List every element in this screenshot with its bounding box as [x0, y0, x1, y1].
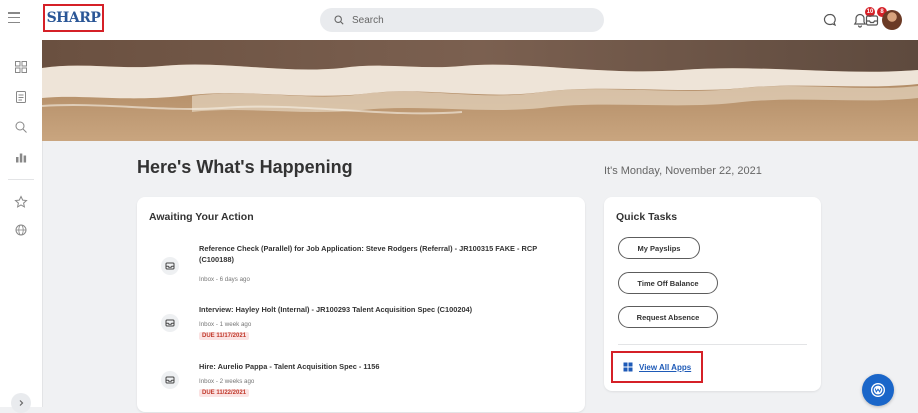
- task-title: Hire: Aurelio Pappa - Talent Acquisition…: [199, 362, 380, 371]
- star-icon[interactable]: [14, 195, 28, 209]
- analytics-icon[interactable]: [14, 150, 28, 164]
- company-logo[interactable]: SHARP: [43, 4, 104, 32]
- apps-grid-icon: [623, 362, 633, 372]
- task-item[interactable]: Reference Check (Parallel) for Job Appli…: [137, 243, 577, 293]
- hamburger-menu-icon[interactable]: [8, 12, 20, 26]
- assistant-button[interactable]: [862, 374, 894, 406]
- document-icon[interactable]: [14, 90, 28, 104]
- inbox-tray-icon: [161, 257, 179, 275]
- request-absence-button[interactable]: Request Absence: [618, 306, 718, 328]
- chevron-right-icon: [19, 400, 24, 406]
- current-date: It's Monday, November 22, 2021: [604, 165, 762, 177]
- time-off-balance-button[interactable]: Time Off Balance: [618, 272, 718, 294]
- search-zoom-icon[interactable]: [14, 120, 28, 134]
- page-title: Here's What's Happening: [137, 157, 353, 177]
- inbox-tray-icon: [161, 314, 179, 332]
- rail-divider: [8, 179, 34, 180]
- task-meta: Inbox - 6 days ago: [199, 276, 250, 283]
- user-avatar[interactable]: [882, 10, 902, 30]
- awaiting-action-title: Awaiting Your Action: [149, 211, 254, 223]
- left-nav-rail: [0, 40, 43, 413]
- task-meta: Inbox - 2 weeks ago: [199, 378, 255, 385]
- quick-tasks-title: Quick Tasks: [616, 211, 678, 223]
- view-all-apps-label: View All Apps: [639, 362, 692, 372]
- logo-text: SHARP: [46, 10, 101, 26]
- due-date-badge: DUE 11/22/2021: [199, 389, 250, 397]
- task-meta: Inbox - 1 week ago: [199, 321, 252, 328]
- chat-icon[interactable]: [821, 11, 839, 29]
- due-date-badge: DUE 11/17/2021: [199, 332, 250, 340]
- my-payslips-button[interactable]: My Payslips: [618, 237, 700, 259]
- search-placeholder: Search: [352, 14, 384, 26]
- task-item[interactable]: Hire: Aurelio Pappa - Talent Acquisition…: [137, 361, 577, 405]
- quick-tasks-divider: [618, 344, 807, 345]
- task-title: Reference Check (Parallel) for Job Appli…: [199, 244, 538, 264]
- top-bar: SHARP Search 10 8: [0, 0, 918, 41]
- inbox-tray-icon: [161, 371, 179, 389]
- task-title: Interview: Hayley Holt (Internal) - JR10…: [199, 305, 473, 314]
- assistant-chat-icon: [871, 383, 885, 397]
- globe-icon[interactable]: [14, 223, 28, 237]
- inbox-icon[interactable]: 8: [863, 7, 887, 29]
- expand-rail-button[interactable]: [11, 393, 31, 413]
- beach-banner-image: [42, 40, 918, 141]
- task-item[interactable]: Interview: Hayley Holt (Internal) - JR10…: [137, 304, 577, 348]
- search-bar[interactable]: Search: [320, 8, 604, 32]
- awaiting-action-card: Awaiting Your Action Reference Check (Pa…: [137, 197, 585, 412]
- apps-grid-icon[interactable]: [14, 60, 28, 74]
- view-all-apps-button[interactable]: View All Apps: [611, 351, 703, 383]
- search-icon: [334, 15, 344, 25]
